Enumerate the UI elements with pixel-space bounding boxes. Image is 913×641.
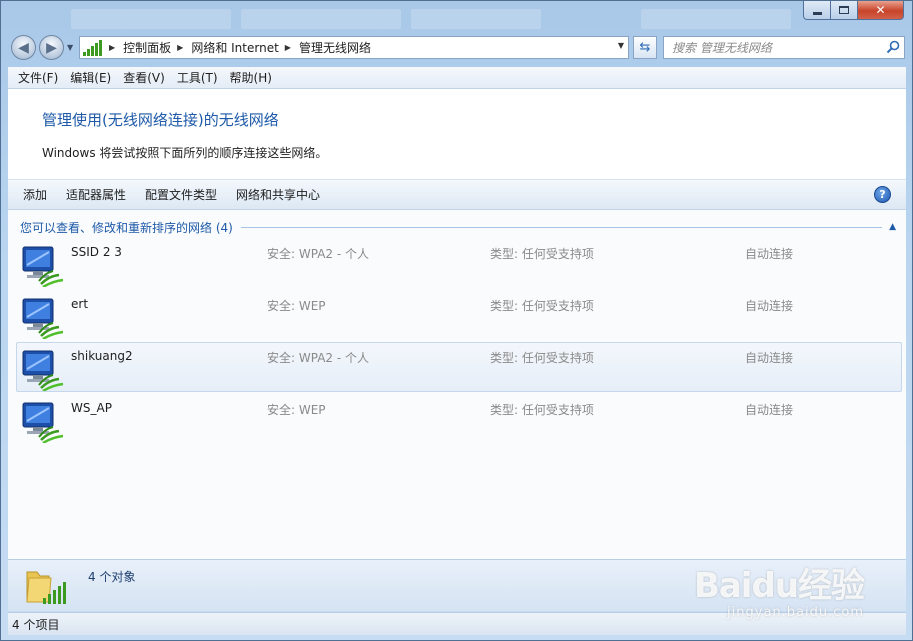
chevron-right-icon[interactable]: ▶ — [177, 43, 183, 52]
group-label: 您可以查看、修改和重新排序的网络 (4) — [20, 220, 233, 235]
content-pane: 管理使用(无线网络连接)的无线网络 Windows 将尝试按照下面所列的顺序连接… — [8, 89, 906, 611]
list-item[interactable]: SSID 2 3 安全: WPA2 - 个人 类型: 任何受支持项 自动连接 — [16, 238, 902, 288]
recent-pages-dropdown[interactable]: ▼ — [67, 43, 77, 52]
minimize-icon — [812, 11, 822, 15]
adapter-properties-button[interactable]: 适配器属性 — [66, 186, 126, 203]
network-signal-icon — [83, 39, 103, 56]
network-mode: 自动连接 — [745, 247, 794, 261]
add-button[interactable]: 添加 — [23, 186, 47, 203]
network-list: 您可以查看、修改和重新排序的网络 (4) ▲ SSID 2 3 安全: WPA2… — [8, 210, 906, 559]
item-count: 4 个项目 — [12, 617, 60, 632]
wireless-network-icon — [22, 402, 64, 443]
command-bar: 添加 适配器属性 配置文件类型 网络和共享中心 ? — [8, 179, 906, 210]
network-security: 安全: WPA2 - 个人 — [267, 247, 369, 261]
object-count: 4 个对象 — [88, 570, 136, 584]
network-mode: 自动连接 — [745, 299, 794, 313]
list-item[interactable]: ert 安全: WEP 类型: 任何受支持项 自动连接 — [16, 290, 902, 340]
watermark-logo: Baidu经验 — [693, 566, 865, 606]
network-name: WS_AP — [71, 401, 112, 415]
network-mode: 自动连接 — [745, 403, 794, 417]
help-icon[interactable]: ? — [874, 186, 891, 203]
chevron-right-icon[interactable]: ▶ — [285, 43, 291, 52]
chevron-right-icon[interactable]: ▶ — [109, 43, 115, 52]
maximize-icon — [839, 6, 849, 14]
network-sharing-center-button[interactable]: 网络和共享中心 — [236, 186, 320, 203]
search-placeholder: 搜索 管理无线网络 — [672, 41, 772, 55]
network-name: shikuang2 — [71, 349, 133, 363]
page-description: Windows 将尝试按照下面所列的顺序连接这些网络。 — [42, 146, 328, 160]
profile-types-button[interactable]: 配置文件类型 — [145, 186, 217, 203]
list-item-selected[interactable]: shikuang2 安全: WPA2 - 个人 类型: 任何受支持项 自动连接 — [16, 342, 902, 392]
address-bar[interactable]: ▶ 控制面板 ▶ 网络和 Internet ▶ 管理无线网络 ▼ — [79, 36, 629, 59]
search-icon[interactable] — [886, 40, 900, 54]
network-type: 类型: 任何受支持项 — [490, 351, 594, 365]
refresh-icon: ⇆ — [639, 40, 651, 55]
network-type: 类型: 任何受支持项 — [490, 403, 594, 417]
search-input[interactable]: 搜索 管理无线网络 — [663, 36, 905, 59]
wireless-network-icon — [22, 298, 64, 339]
network-security: 安全: WEP — [267, 299, 326, 313]
menu-file[interactable]: 文件(F) — [18, 69, 58, 86]
window-controls: ✕ — [803, 1, 904, 21]
network-security: 安全: WEP — [267, 403, 326, 417]
network-name: SSID 2 3 — [71, 245, 122, 259]
folder-network-icon — [26, 571, 66, 604]
group-header[interactable]: 您可以查看、修改和重新排序的网络 (4) ▲ — [20, 219, 896, 235]
back-button[interactable]: ◀ — [11, 35, 36, 60]
network-mode: 自动连接 — [745, 351, 794, 365]
wireless-network-icon — [22, 350, 64, 391]
network-type: 类型: 任何受支持项 — [490, 299, 594, 313]
maximize-button[interactable] — [831, 1, 858, 20]
title-bar-blurred — [71, 9, 791, 29]
breadcrumb-manage-wireless[interactable]: 管理无线网络 — [299, 39, 371, 56]
menu-view[interactable]: 查看(V) — [123, 69, 165, 86]
menu-edit[interactable]: 编辑(E) — [70, 69, 111, 86]
network-type: 类型: 任何受支持项 — [490, 247, 594, 261]
page-title: 管理使用(无线网络连接)的无线网络 — [42, 111, 279, 129]
list-item[interactable]: WS_AP 安全: WEP 类型: 任何受支持项 自动连接 — [16, 394, 902, 444]
refresh-button[interactable]: ⇆ — [633, 36, 657, 59]
chevron-down-icon[interactable]: ▼ — [618, 41, 624, 50]
arrow-right-icon: ▶ — [46, 39, 57, 56]
explorer-window: ✕ ◀ ▶ ▼ ▶ 控制面板 ▶ 网络和 Internet ▶ 管理无线网络 ▼… — [0, 0, 913, 641]
group-divider — [240, 226, 882, 228]
page-header: 管理使用(无线网络连接)的无线网络 Windows 将尝试按照下面所列的顺序连接… — [8, 89, 906, 179]
network-name: ert — [71, 297, 89, 311]
breadcrumb-control-panel[interactable]: 控制面板 — [123, 39, 171, 56]
minimize-button[interactable] — [803, 1, 831, 20]
breadcrumb-network-internet[interactable]: 网络和 Internet — [191, 39, 278, 56]
watermark: Baidu经验 jingyan.baidu.com — [693, 558, 865, 620]
close-icon: ✕ — [875, 3, 886, 17]
navigation-bar: ◀ ▶ ▼ ▶ 控制面板 ▶ 网络和 Internet ▶ 管理无线网络 ▼ ⇆… — [1, 31, 912, 63]
network-security: 安全: WPA2 - 个人 — [267, 351, 369, 365]
menu-bar: 文件(F) 编辑(E) 查看(V) 工具(T) 帮助(H) — [8, 67, 906, 89]
watermark-url: jingyan.baidu.com — [727, 605, 864, 620]
menu-tools[interactable]: 工具(T) — [177, 69, 218, 86]
forward-button[interactable]: ▶ — [39, 35, 64, 60]
arrow-left-icon: ◀ — [18, 39, 29, 56]
menu-help[interactable]: 帮助(H) — [230, 69, 272, 86]
wireless-network-icon — [22, 246, 64, 287]
collapse-icon[interactable]: ▲ — [882, 222, 896, 232]
close-button[interactable]: ✕ — [858, 1, 904, 20]
